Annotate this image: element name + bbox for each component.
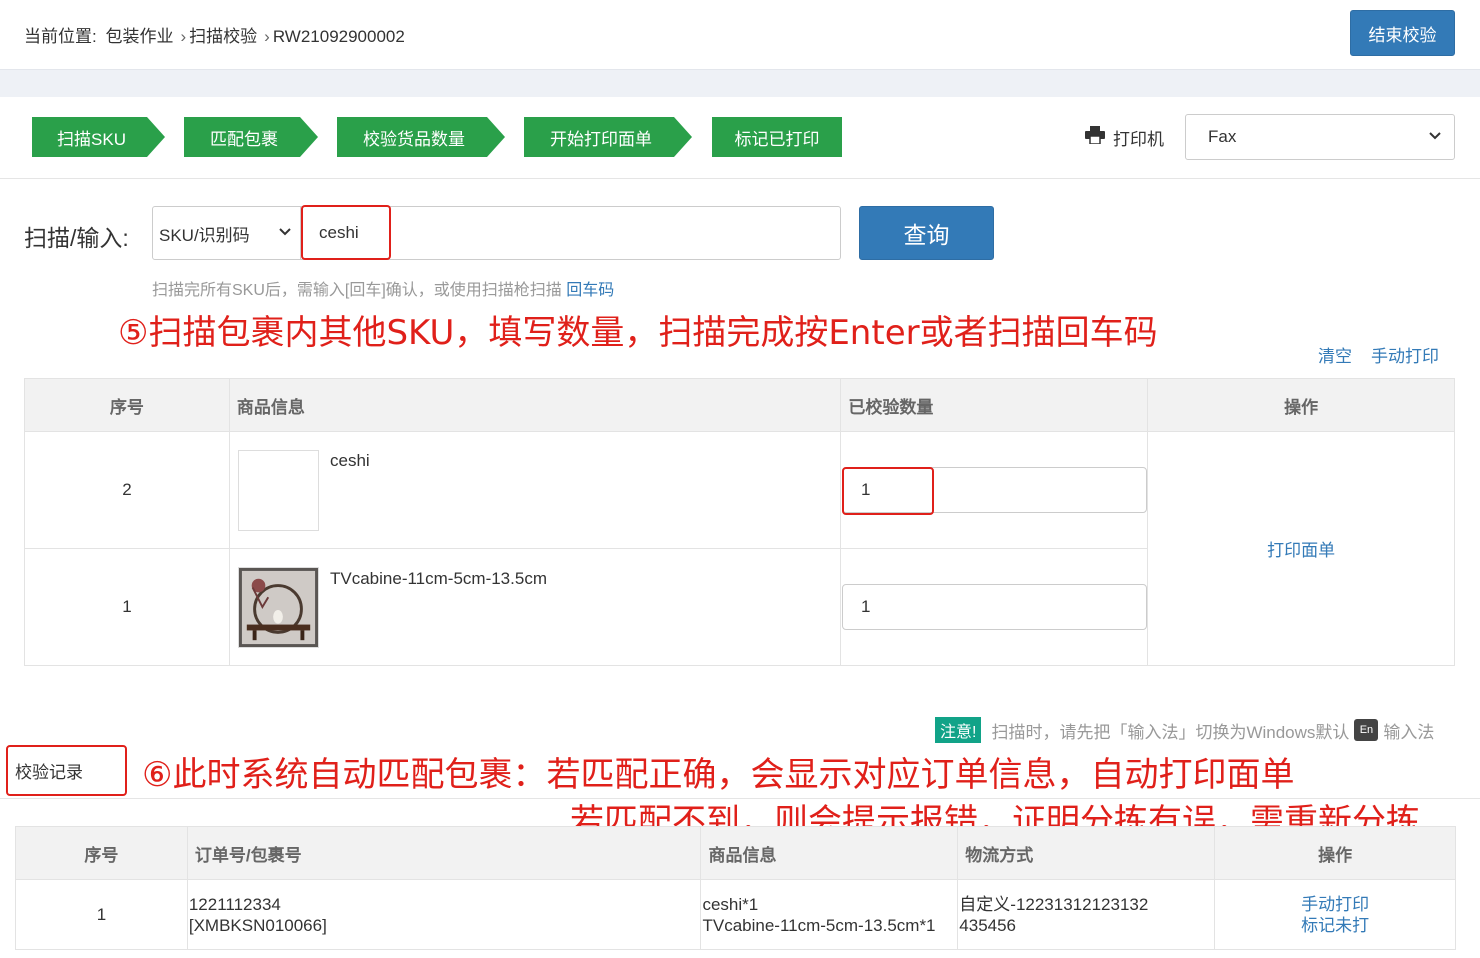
breadcrumb-item-scan-verify[interactable]: 扫描校验 [189, 27, 257, 46]
annotation-step5: ⑤扫描包裹内其他SKU，填写数量，扫描完成按Enter或者扫描回车码 [118, 313, 1158, 353]
breadcrumb: 当前位置: 包装作业 › 扫描校验 › RW21092900002 [24, 22, 409, 47]
column-header-order-package: 订单号/包裹号 [186, 826, 702, 880]
annotation-highlight-box [6, 745, 127, 796]
notice-tag: 注意! [935, 717, 982, 743]
step-scan-sku: 扫描SKU [32, 117, 165, 157]
shipping-cell: 自定义-12231312123132 435456 [957, 879, 1216, 950]
column-header-index: 序号 [24, 378, 230, 432]
input-method-notice: 注意! 扫描时，请先把「输入法」切换为Windows默认 En 输入法 [935, 717, 1434, 743]
column-header-verified-qty: 已校验数量 [840, 378, 1149, 432]
chevron-down-icon [1429, 132, 1441, 140]
package-number: [XMBKSN010066] [188, 915, 327, 935]
column-header-index: 序号 [15, 826, 188, 880]
print-label-link[interactable]: 打印面单 [1267, 541, 1335, 560]
product-image [238, 567, 319, 648]
row-index: 1 [15, 879, 188, 950]
row-index: 2 [24, 431, 230, 549]
product-name: ceshi [330, 451, 370, 470]
action-cell: 打印面单 [1147, 431, 1455, 666]
product-cell [228, 548, 842, 666]
order-package-cell: 1221112334 [XMBKSN010066] [186, 879, 702, 950]
column-header-action: 操作 [1214, 826, 1456, 880]
top-bar: 当前位置: 包装作业 › 扫描校验 › RW21092900002 结束校验 [0, 0, 1480, 68]
shipping-method: 自定义-12231312123132 [959, 894, 1149, 914]
goods-item: ceshi*1 [702, 894, 759, 914]
chevron-down-icon [279, 228, 291, 236]
step-mark-printed: 标记已打印 [712, 117, 842, 157]
product-cell [228, 431, 842, 549]
scan-input-group: SKU/识别码 [152, 206, 841, 260]
breadcrumb-item-wave-number: RW21092900002 [272, 27, 405, 46]
goods-cell: ceshi*1 TVcabine-11cm-5cm-13.5cm*1 [700, 879, 959, 950]
enter-code-link[interactable]: 回车码 [566, 282, 614, 299]
log-action-cell: 手动打印 标记未打 [1214, 879, 1456, 950]
divider [0, 178, 1480, 179]
clear-link[interactable]: 清空 [1318, 342, 1352, 367]
column-header-product: 商品信息 [700, 826, 959, 880]
verify-log-table: 序号 订单号/包裹号 商品信息 物流方式 操作 1 1221112334 [XM… [15, 826, 1456, 950]
query-button[interactable]: 查询 [859, 206, 994, 260]
header-band [0, 69, 1480, 97]
shipping-method-suffix: 435456 [959, 915, 1017, 935]
manual-print-link[interactable]: 手动打印 [1301, 895, 1369, 914]
notice-text: 扫描时，请先把「输入法」切换为Windows默认 [991, 722, 1350, 742]
scan-type-select[interactable]: SKU/识别码 [153, 207, 301, 259]
notice-suffix: 输入法 [1383, 722, 1435, 742]
annotation-highlight-box [301, 205, 391, 260]
breadcrumb-separator: › [264, 27, 270, 46]
divider [0, 798, 1480, 799]
en-input-icon: En [1354, 719, 1379, 741]
row-index: 1 [24, 548, 230, 666]
order-number: 1221112334 [188, 894, 281, 914]
column-header-action: 操作 [1147, 378, 1455, 432]
scan-label: 扫描/输入: [24, 225, 129, 251]
annotation-highlight-box [842, 467, 934, 515]
scan-hint: 扫描完所有SKU后，需输入[回车]确认，或使用扫描枪扫描 回车码 [152, 276, 614, 300]
table-row: 1 1221112334 [XMBKSN010066] ceshi*1 TVca… [15, 879, 1456, 950]
breadcrumb-label: 当前位置: [24, 27, 97, 46]
product-name: TVcabine-11cm-5cm-13.5cm [330, 569, 547, 588]
end-verify-button[interactable]: 结束校验 [1350, 10, 1455, 56]
step-start-print: 开始打印面单 [524, 117, 692, 157]
annotation-step6-line1: ⑥此时系统自动匹配包裹：若匹配正确，会显示对应订单信息，自动打印面单 [142, 755, 1295, 795]
step-match-package: 匹配包裹 [184, 117, 318, 157]
scan-hint-text: 扫描完所有SKU后，需输入[回车]确认，或使用扫描枪扫描 [152, 282, 562, 299]
step-verify-quantity: 校验货品数量 [337, 117, 505, 157]
scan-type-value: SKU/识别码 [159, 225, 250, 245]
column-header-product: 商品信息 [228, 378, 842, 432]
table-header-row: 序号 商品信息 已校验数量 操作 [24, 378, 1455, 432]
printer-select-value: Fax [1208, 127, 1237, 146]
goods-item: TVcabine-11cm-5cm-13.5cm*1 [702, 915, 936, 935]
product-image-placeholder [238, 450, 319, 531]
mark-unprinted-link[interactable]: 标记未打 [1301, 916, 1369, 935]
verified-qty-input[interactable]: 1 [842, 584, 1147, 630]
manual-print-link[interactable]: 手动打印 [1371, 342, 1439, 367]
printer-icon [1085, 126, 1105, 144]
printer-label: 打印机 [1113, 130, 1164, 149]
column-header-shipping: 物流方式 [957, 826, 1216, 880]
printer-select[interactable]: Fax [1185, 114, 1455, 160]
table-header-row: 序号 订单号/包裹号 商品信息 物流方式 操作 [15, 826, 1456, 880]
breadcrumb-separator: › [180, 27, 187, 46]
breadcrumb-item-packing[interactable]: 包装作业 [105, 27, 173, 46]
